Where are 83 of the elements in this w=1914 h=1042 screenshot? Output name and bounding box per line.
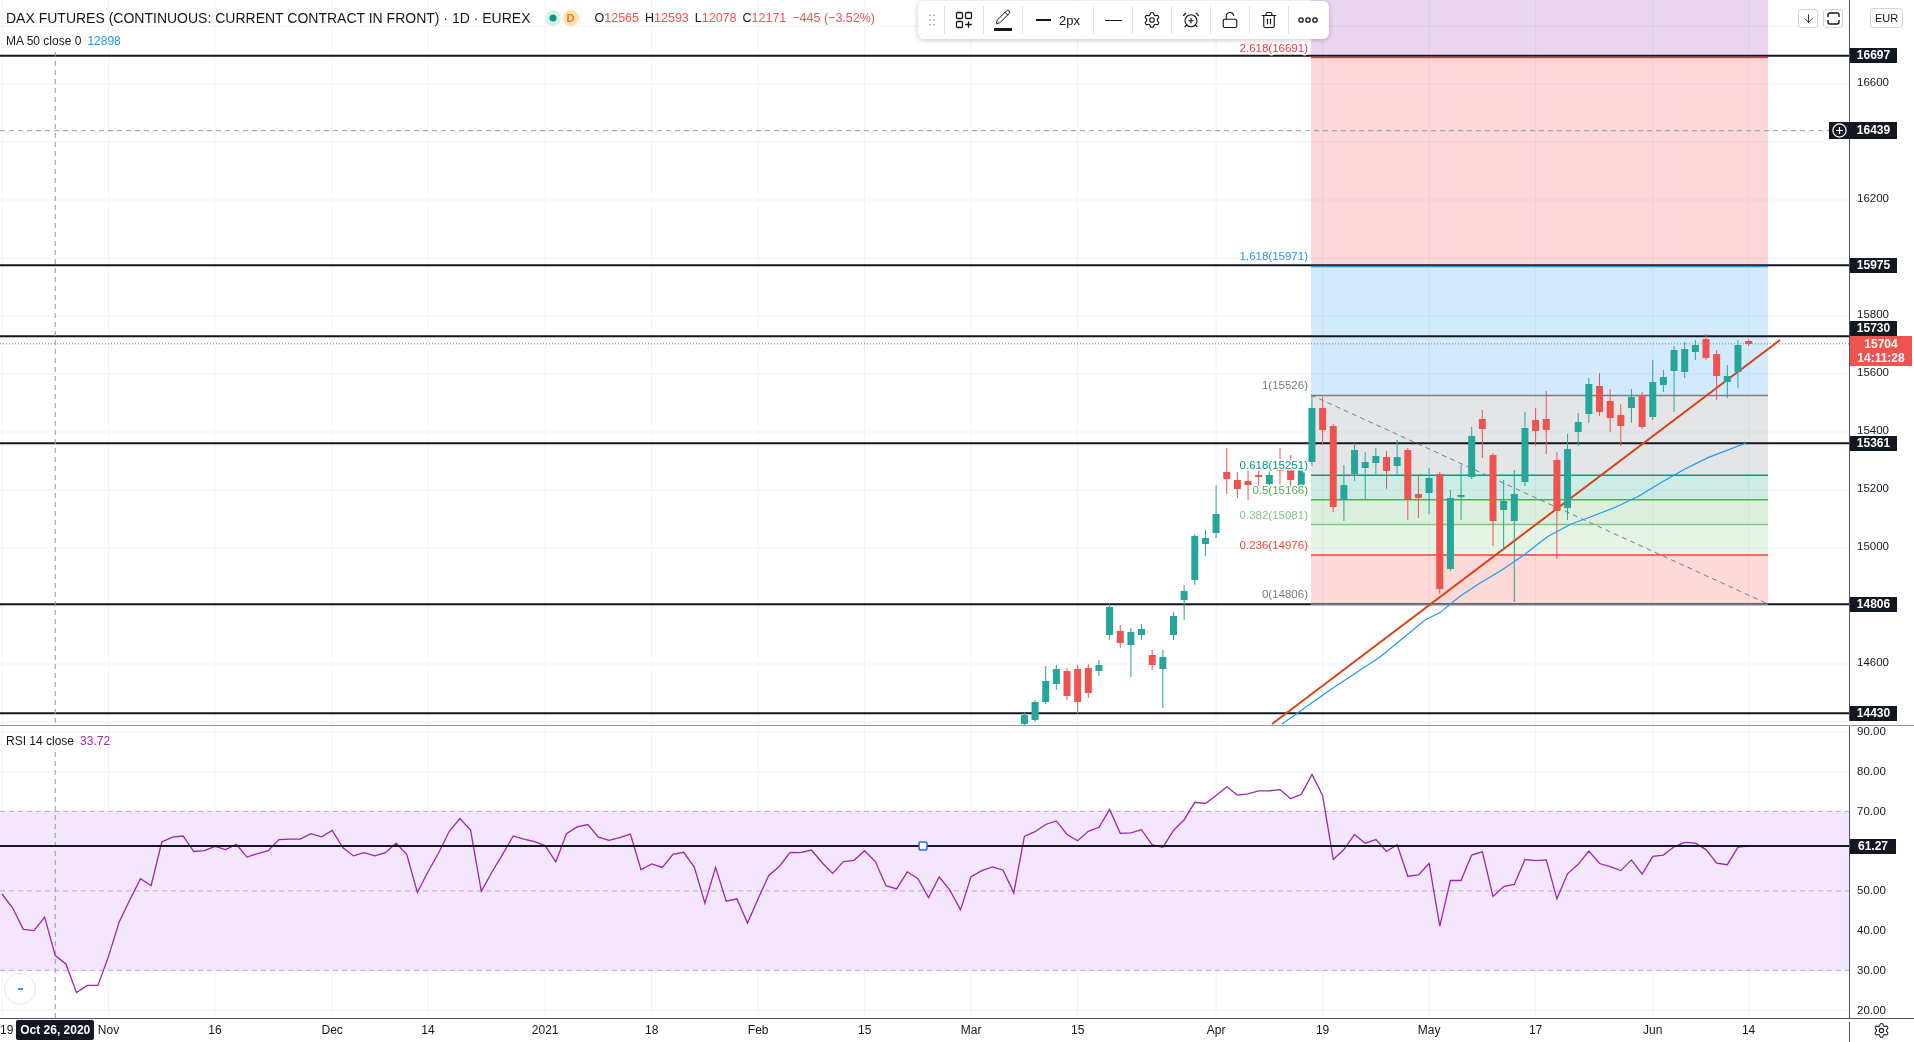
settings-icon <box>1143 11 1161 29</box>
brackets-icon <box>1826 12 1840 25</box>
ohlc-value: C12171 <box>742 11 787 25</box>
crosshair-date-label: Oct 26, 2020 <box>16 1020 95 1040</box>
rsi-tick-label: 70.00 <box>1857 805 1886 817</box>
fib-level-label: 2.618(16691) <box>1239 41 1308 54</box>
current-price: 15704 <box>1864 337 1898 352</box>
fib-level-label: 0.236(14976) <box>1239 538 1308 551</box>
crosshair-price-label: 16439 <box>1850 122 1897 140</box>
indicator-name: MA 50 close 0 <box>6 34 82 48</box>
fib-level-label: 1(15526) <box>1261 379 1308 392</box>
time-tick-label: 19 <box>0 1023 14 1037</box>
fib-level-label: 0.5(15166) <box>1252 483 1308 496</box>
more-icon <box>1298 17 1318 23</box>
price-tick-label: 15800 <box>1857 308 1889 320</box>
time-tick-label: Mar <box>960 1023 982 1037</box>
grid-plus-icon <box>955 11 973 29</box>
price-tick-label: 16200 <box>1857 192 1889 204</box>
line-handle[interactable] <box>918 841 928 851</box>
arrow-down-icon <box>1801 12 1815 25</box>
line-style-icon <box>1104 19 1122 21</box>
time-tick-label: 14 <box>421 1023 435 1037</box>
time-tick-label: 2021 <box>531 1023 559 1037</box>
price-tick-label: 16600 <box>1857 76 1889 88</box>
time-tick-label: 17 <box>1528 1023 1543 1037</box>
time-tick-label: 19 <box>1315 1023 1330 1037</box>
rsi-tick-label: 20.00 <box>1857 1004 1886 1016</box>
indicator-value: 33.72 <box>80 734 111 748</box>
plus-circle-icon <box>1832 123 1847 139</box>
rsi-tick-label: 30.00 <box>1857 964 1886 976</box>
rsi-tick-label: 40.00 <box>1857 925 1886 937</box>
price-tick-label: 15600 <box>1857 366 1889 378</box>
color-swatch-icon <box>994 28 1012 31</box>
price-tick-label: 15200 <box>1857 482 1889 494</box>
ohlc-value: L12078 <box>694 11 737 25</box>
line-width-button[interactable]: 2px <box>1023 1 1093 39</box>
delay-badge: D <box>562 10 579 26</box>
ohlc-value: H12593 <box>645 11 689 25</box>
status-dot-icon <box>544 10 561 26</box>
pencil-icon <box>995 9 1011 25</box>
time-tick-label: Dec <box>321 1023 343 1037</box>
rsi-tick-label: 50.00 <box>1857 885 1886 897</box>
time-tick-label: 16 <box>208 1023 222 1037</box>
time-tick-label: 15 <box>857 1023 872 1037</box>
ohlc-value: O12565 <box>594 11 639 25</box>
unlocked-padlock-icon <box>1221 11 1239 29</box>
time-tick-label: Jun <box>1643 1023 1663 1037</box>
price-line-label: 15361 <box>1850 435 1897 451</box>
price-tick-label: 15400 <box>1857 424 1889 436</box>
time-tick-label: Apr <box>1206 1023 1226 1037</box>
price-line-label: 15975 <box>1850 257 1897 273</box>
fib-level-label: 1.618(15971) <box>1239 250 1308 263</box>
time-tick-label: May <box>1417 1023 1441 1037</box>
line-width-icon <box>1036 19 1051 21</box>
time-tick-label: Feb <box>747 1023 769 1037</box>
price-line-label: 16697 <box>1850 48 1897 64</box>
price-line-label: 14430 <box>1850 705 1897 721</box>
chart-title: RSI 14 close <box>6 734 75 748</box>
price-tick-label: 14600 <box>1857 656 1889 668</box>
dash-icon <box>17 988 23 990</box>
settings-icon <box>1873 1022 1890 1039</box>
alarm-clock-plus-icon <box>1182 11 1200 29</box>
time-tick-label: Nov <box>97 1023 120 1037</box>
rsi-tick-label: 90.00 <box>1857 726 1886 738</box>
rsi-line-label: 61.27 <box>1850 838 1896 854</box>
scroll-down-button[interactable] <box>1798 9 1818 28</box>
time-tick-label: 18 <box>644 1023 659 1037</box>
plus-button[interactable] <box>1829 122 1850 140</box>
price-change: −445 (−3.52%) <box>792 11 875 25</box>
currency-button[interactable]: EUR <box>1870 8 1904 28</box>
indicator-value: 12898 <box>87 34 121 48</box>
countdown-timer: 14:11:28 <box>1857 351 1905 366</box>
rsi-tick-label: 80.00 <box>1857 766 1886 778</box>
fib-level-label: 0(14806) <box>1261 588 1308 601</box>
trash-icon <box>1260 11 1278 29</box>
price-tick-label: 15000 <box>1857 540 1889 552</box>
price-line-label: 14806 <box>1850 596 1897 612</box>
symbol-title: DAX FUTURES (CONTINUOUS: CURRENT CONTRACT IN FRONT) · 1D · EUREX <box>6 10 531 26</box>
fib-level-label: 0.382(15081) <box>1239 508 1308 521</box>
frame-button[interactable] <box>1823 9 1843 28</box>
time-tick-label: 15 <box>1070 1023 1085 1037</box>
price-line-label: 15730 <box>1850 321 1897 337</box>
time-tick-label: 14 <box>1741 1023 1756 1037</box>
